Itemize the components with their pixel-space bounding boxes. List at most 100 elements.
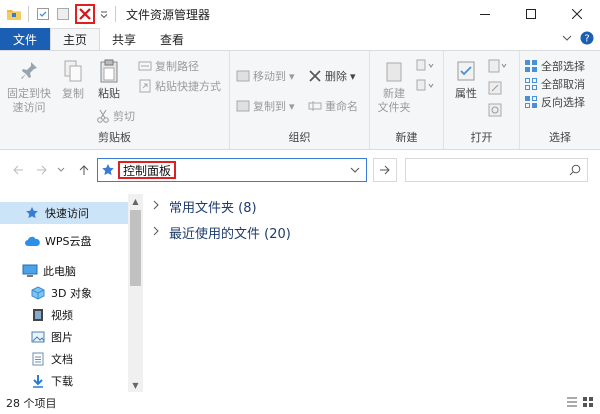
tab-share[interactable]: 共享 <box>100 28 148 50</box>
new-folder-icon <box>381 57 407 85</box>
address-row: 控制面板 <box>0 150 600 190</box>
chevron-right-icon <box>153 226 163 239</box>
properties-button[interactable]: 属性 <box>450 57 482 101</box>
video-icon <box>30 307 46 323</box>
arrow-right-icon <box>37 165 47 175</box>
scroll-up-icon[interactable]: ▲ <box>128 194 143 208</box>
help-icon[interactable]: ? <box>580 31 594 48</box>
tab-home[interactable]: 主页 <box>50 28 101 50</box>
cut-label: 剪切 <box>113 110 135 123</box>
new-item-icon[interactable] <box>416 59 434 76</box>
open-group-label: 打开 <box>470 131 493 144</box>
picture-icon <box>30 329 46 345</box>
edit-icon[interactable] <box>488 81 502 98</box>
nav-item-label: 快速访问 <box>45 207 89 220</box>
new-folder-quick-icon[interactable] <box>55 6 71 22</box>
copy-path-label: 复制路径 <box>155 60 199 73</box>
nav-scrollbar[interactable]: ▲ ▼ <box>128 194 143 392</box>
copy-to-button[interactable]: 复制到 ▾ <box>236 97 295 115</box>
chevron-right-icon <box>153 200 163 213</box>
group-recent-files[interactable]: 最近使用的文件 (20) <box>153 222 291 242</box>
nav-item-downloads[interactable]: 下载 <box>0 370 128 392</box>
pin-icon <box>16 57 42 85</box>
pin-quick-access-button[interactable]: 固定到快 速访问 <box>6 57 52 115</box>
go-button[interactable] <box>373 158 397 182</box>
ribbon: 固定到快 速访问 复制 粘贴 复制路径 粘贴快捷方式 剪切 剪贴板 移动到 ▾ … <box>0 50 600 150</box>
tiles-view-icon[interactable] <box>582 396 594 411</box>
scroll-down-icon[interactable]: ▼ <box>128 378 143 392</box>
nav-item-label: 此电脑 <box>43 265 76 278</box>
nav-item-label: 视频 <box>51 309 73 322</box>
copy-label: 复制 <box>62 87 84 100</box>
copy-to-icon <box>236 99 250 113</box>
select-none-label: 全部取消 <box>541 78 585 91</box>
minimize-icon <box>480 14 490 15</box>
rename-label: 重命名 <box>325 100 358 113</box>
delete-button[interactable]: 删除 ▾ <box>308 67 356 85</box>
close-icon <box>572 9 582 19</box>
nav-item-quick-access[interactable]: 快速访问 <box>0 202 128 224</box>
paste-button[interactable]: 粘贴 <box>94 57 124 101</box>
nav-item-documents[interactable]: 文档 <box>0 348 128 370</box>
properties-quick-icon[interactable] <box>35 6 51 22</box>
paste-shortcut-button[interactable]: 粘贴快捷方式 <box>138 77 221 95</box>
arrow-right-icon <box>380 165 390 175</box>
nav-item-this-pc[interactable]: 此电脑 <box>0 260 128 282</box>
scroll-thumb[interactable] <box>130 210 141 286</box>
clipboard-group-label: 剪贴板 <box>98 131 131 144</box>
star-icon <box>101 163 117 177</box>
svg-text:?: ? <box>584 34 589 45</box>
forward-button[interactable] <box>34 162 50 178</box>
nav-item-pictures[interactable]: 图片 <box>0 326 128 348</box>
status-bar: 28 个项目 <box>0 392 600 414</box>
cut-button[interactable]: 剪切 <box>96 107 135 125</box>
group-frequent-folders[interactable]: 常用文件夹 (8) <box>153 196 257 216</box>
new-folder-button[interactable]: 新建 文件夹 <box>374 57 414 115</box>
select-all-icon <box>524 59 538 73</box>
select-none-icon <box>524 77 538 91</box>
document-icon <box>30 351 46 367</box>
history-icon[interactable] <box>488 103 502 120</box>
rename-icon <box>308 99 322 113</box>
move-to-button[interactable]: 移动到 ▾ <box>236 67 295 85</box>
rename-button[interactable]: 重命名 <box>308 97 358 115</box>
chevron-down-icon[interactable] <box>562 33 572 46</box>
chevron-down-icon[interactable] <box>99 6 109 22</box>
delete-quick-button[interactable] <box>75 4 95 24</box>
nav-item-wps-cloud[interactable]: WPS云盘 <box>0 230 128 252</box>
title-bar: 文件资源管理器 <box>0 0 600 28</box>
nav-item-3d-objects[interactable]: 3D 对象 <box>0 282 128 304</box>
up-button[interactable] <box>76 162 92 178</box>
recent-locations-button[interactable] <box>56 162 66 178</box>
search-input[interactable] <box>405 158 588 182</box>
tab-file[interactable]: 文件 <box>0 28 50 50</box>
select-all-button[interactable]: 全部选择 <box>524 57 585 75</box>
new-folder-label: 新建 文件夹 <box>377 87 411 114</box>
maximize-button[interactable] <box>508 0 554 28</box>
star-icon <box>24 205 40 221</box>
close-button[interactable] <box>554 0 600 28</box>
content-pane: 常用文件夹 (8) 最近使用的文件 (20) <box>143 194 600 392</box>
tab-view[interactable]: 查看 <box>148 28 196 50</box>
properties-icon <box>453 57 479 85</box>
easy-access-icon[interactable] <box>416 79 434 96</box>
invert-selection-button[interactable]: 反向选择 <box>524 93 585 111</box>
copy-path-button[interactable]: 复制路径 <box>138 57 199 75</box>
nav-item-label: 3D 对象 <box>51 287 92 300</box>
copy-button[interactable]: 复制 <box>58 57 88 101</box>
nav-item-videos[interactable]: 视频 <box>0 304 128 326</box>
close-icon <box>79 8 91 20</box>
arrow-left-icon <box>13 165 23 175</box>
open-icon[interactable] <box>488 59 508 76</box>
chevron-down-icon[interactable] <box>348 163 362 177</box>
nav-item-label: WPS云盘 <box>45 235 92 248</box>
minimize-button[interactable] <box>462 0 508 28</box>
select-none-button[interactable]: 全部取消 <box>524 75 585 93</box>
ribbon-tabs: 文件 主页 共享 查看 ? <box>0 28 600 50</box>
details-view-icon[interactable] <box>566 396 578 411</box>
select-all-label: 全部选择 <box>541 60 585 73</box>
back-button[interactable] <box>10 162 26 178</box>
address-path[interactable]: 控制面板 <box>118 161 177 179</box>
chevron-down-icon: ▾ <box>350 69 356 83</box>
address-bar[interactable]: 控制面板 <box>97 158 367 182</box>
